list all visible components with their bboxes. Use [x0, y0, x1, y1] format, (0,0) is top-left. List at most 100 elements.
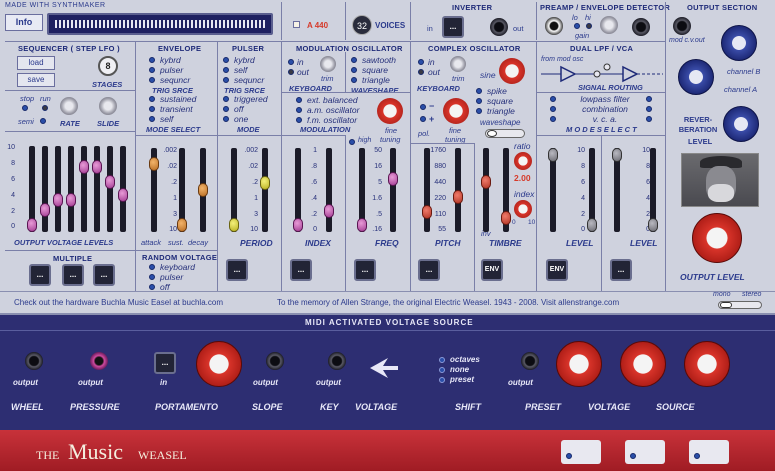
portamento-knob[interactable] [196, 341, 242, 387]
complexosc-wave-led-3[interactable] [476, 108, 482, 114]
multiple-jack-2[interactable]: ... [62, 264, 84, 286]
pulser-mode-led-2[interactable] [223, 106, 229, 112]
lpf-level-knob-3[interactable] [612, 148, 622, 162]
lpf-mode-led-1[interactable] [550, 96, 556, 102]
random-led-2[interactable] [149, 274, 155, 280]
modosc-index-knob-2[interactable] [324, 204, 334, 218]
modosc-wave-led-2[interactable] [351, 67, 357, 73]
lpf-mode-led-2[interactable] [550, 106, 556, 112]
preamp-gain-knob[interactable] [600, 16, 618, 34]
modosc-mod-led-1[interactable] [296, 97, 302, 103]
seq-slider-1-knob[interactable] [27, 218, 37, 232]
pressure-output-jack[interactable] [90, 352, 108, 370]
seq-slider-3[interactable] [55, 146, 61, 232]
lpf-level-knob-2[interactable] [587, 218, 597, 232]
rate-knob[interactable] [60, 97, 78, 115]
env-decay-knob[interactable] [198, 183, 208, 197]
modosc-freq-slider-2[interactable] [390, 148, 396, 232]
modosc-index-jack[interactable]: ... [290, 259, 312, 281]
multiple-jack-1[interactable]: ... [29, 264, 51, 286]
lpf-mode-led-6[interactable] [646, 116, 652, 122]
brand-button-3[interactable] [689, 440, 729, 464]
run-led[interactable] [42, 105, 48, 111]
timbre-knob-2[interactable] [501, 211, 511, 225]
pulser-period-slider[interactable] [262, 148, 268, 232]
portamento-in-button[interactable]: ... [154, 352, 176, 374]
lpf-level-knob-4[interactable] [648, 218, 658, 232]
shift-led-2[interactable] [439, 367, 445, 373]
timbre-index-knob[interactable] [514, 200, 532, 218]
load-button[interactable]: load [17, 56, 55, 70]
wheel-output-jack[interactable] [25, 352, 43, 370]
complexosc-out-led[interactable] [418, 69, 424, 75]
modosc-trim-knob[interactable] [320, 56, 336, 72]
seq-slider-4-knob[interactable] [66, 193, 76, 207]
seq-slider-6[interactable] [94, 146, 100, 232]
pulser-mode-led-3[interactable] [223, 116, 229, 122]
complexosc-pol-led-2[interactable] [420, 116, 426, 122]
slope-output-jack[interactable] [266, 352, 284, 370]
voltage-knob[interactable] [620, 341, 666, 387]
channel-a-knob[interactable] [678, 59, 714, 95]
preset-output-jack[interactable] [521, 352, 539, 370]
env-mode-led-3[interactable] [149, 116, 155, 122]
modosc-freq-knob-2[interactable] [388, 172, 398, 186]
env-attack-knob[interactable] [149, 157, 159, 171]
channel-b-knob[interactable] [721, 25, 757, 61]
lpf-jack-2[interactable]: ... [610, 259, 632, 281]
complexosc-wave-led-1[interactable] [476, 88, 482, 94]
output-level-knob[interactable] [692, 213, 742, 263]
complexosc-trim-knob[interactable] [450, 56, 466, 72]
modosc-out-led[interactable] [288, 69, 294, 75]
preamp-input-jack[interactable] [545, 17, 563, 35]
pulser-trig-led-1[interactable] [223, 57, 229, 63]
env-mode-led-1[interactable] [149, 96, 155, 102]
lpf-level-knob-1[interactable] [548, 148, 558, 162]
complexosc-fine-knob[interactable] [443, 98, 469, 124]
complexosc-pol-led-1[interactable] [420, 104, 426, 110]
timbre-knob-1[interactable] [481, 175, 491, 189]
env-mode-led-2[interactable] [149, 106, 155, 112]
env-sustain-knob[interactable] [177, 218, 187, 232]
complexosc-waveshape-slider[interactable] [485, 129, 525, 138]
lpf-mode-led-4[interactable] [646, 96, 652, 102]
complexosc-wave-knob[interactable] [499, 58, 525, 84]
complexosc-wave-led-2[interactable] [476, 98, 482, 104]
modosc-mod-led-3[interactable] [296, 117, 302, 123]
timbre-slider-1[interactable] [483, 148, 489, 232]
env-trig-led-2[interactable] [149, 67, 155, 73]
brand-button-1[interactable] [561, 440, 601, 464]
mod-cv-out-jack[interactable] [673, 17, 691, 35]
seq-slider-7-knob[interactable] [105, 175, 115, 189]
pitch-jack[interactable]: ... [418, 259, 440, 281]
lpf-mode-led-3[interactable] [550, 116, 556, 122]
shift-led-1[interactable] [439, 357, 445, 363]
inverter-out-jack[interactable] [490, 18, 508, 36]
reverb-knob[interactable] [723, 106, 759, 142]
modosc-freq-knob-1[interactable] [357, 218, 367, 232]
stop-led[interactable] [22, 105, 28, 111]
modosc-wave-led-3[interactable] [351, 77, 357, 83]
voices-count[interactable]: 32 [352, 15, 372, 35]
shift-led-3[interactable] [439, 377, 445, 383]
seq-slider-6-knob[interactable] [92, 160, 102, 174]
pitch-knob-1[interactable] [422, 205, 432, 219]
multiple-jack-3[interactable]: ... [93, 264, 115, 286]
modosc-index-slider-2[interactable] [326, 148, 332, 232]
ratio-knob[interactable] [514, 152, 532, 170]
inverter-in-button[interactable]: ... [442, 16, 464, 38]
mono-stereo-switch[interactable] [718, 301, 762, 309]
pulser-mode-led-1[interactable] [223, 96, 229, 102]
pulser-trig-led-2[interactable] [223, 67, 229, 73]
random-led-1[interactable] [149, 264, 155, 270]
slide-knob[interactable] [99, 97, 117, 115]
seq-slider-2-knob[interactable] [40, 203, 50, 217]
complexosc-in-led[interactable] [418, 59, 424, 65]
pulser-jack[interactable]: ... [226, 259, 248, 281]
pitch-slider-1[interactable] [424, 148, 430, 232]
modosc-fine-knob[interactable] [377, 98, 403, 124]
lpf-mode-led-5[interactable] [646, 106, 652, 112]
seq-slider-5-knob[interactable] [79, 160, 89, 174]
env-trig-led-3[interactable] [149, 77, 155, 83]
info-button[interactable]: Info [5, 14, 43, 31]
